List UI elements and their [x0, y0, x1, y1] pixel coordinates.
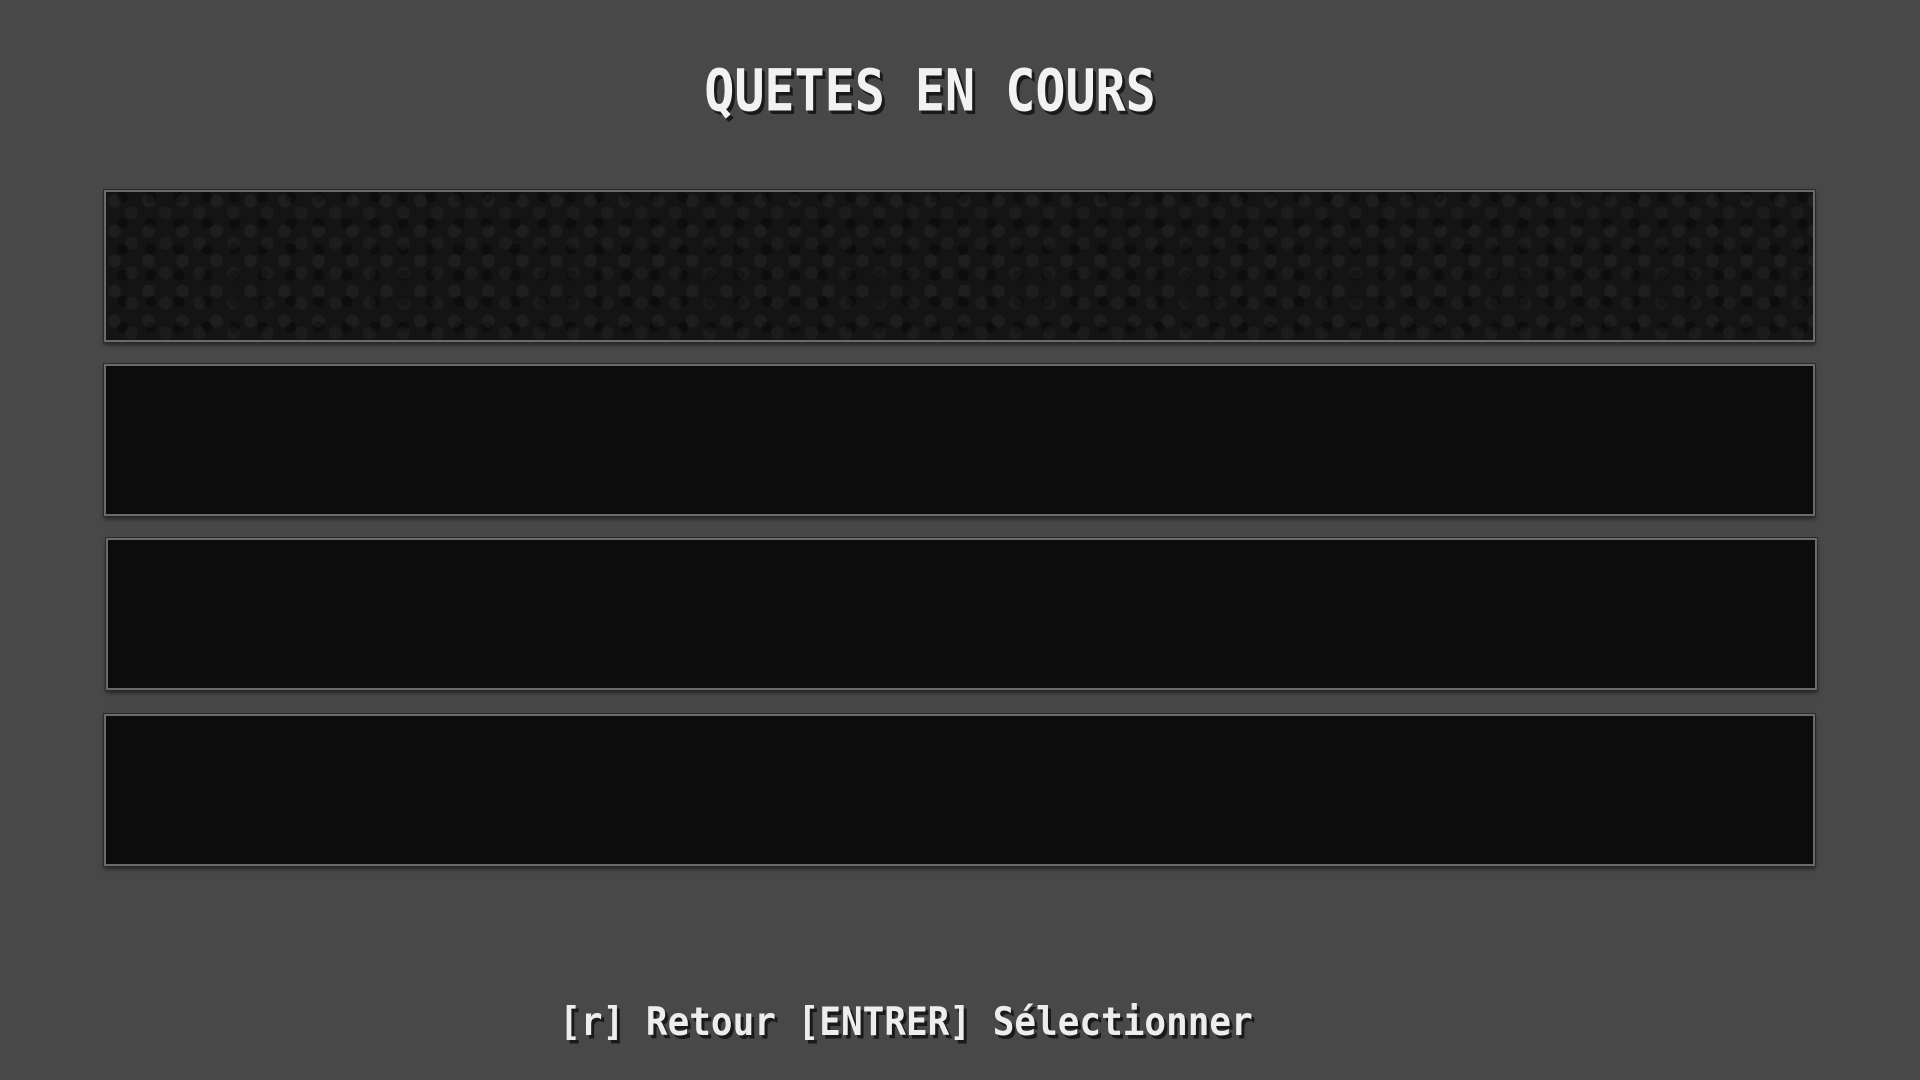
quest-slot-4[interactable]: [104, 714, 1815, 866]
quest-slot-3[interactable]: [106, 538, 1817, 690]
screen-title: QUETES EN COURS: [704, 57, 1156, 125]
controls-hint: [r] Retour [ENTRER] Sélectionner: [559, 999, 1253, 1046]
quest-slot-1[interactable]: [104, 190, 1815, 342]
quest-log-screen: QUETES EN COURS [r] Retour [ENTRER] Séle…: [0, 0, 1920, 1080]
quest-slot-2[interactable]: [104, 364, 1815, 516]
